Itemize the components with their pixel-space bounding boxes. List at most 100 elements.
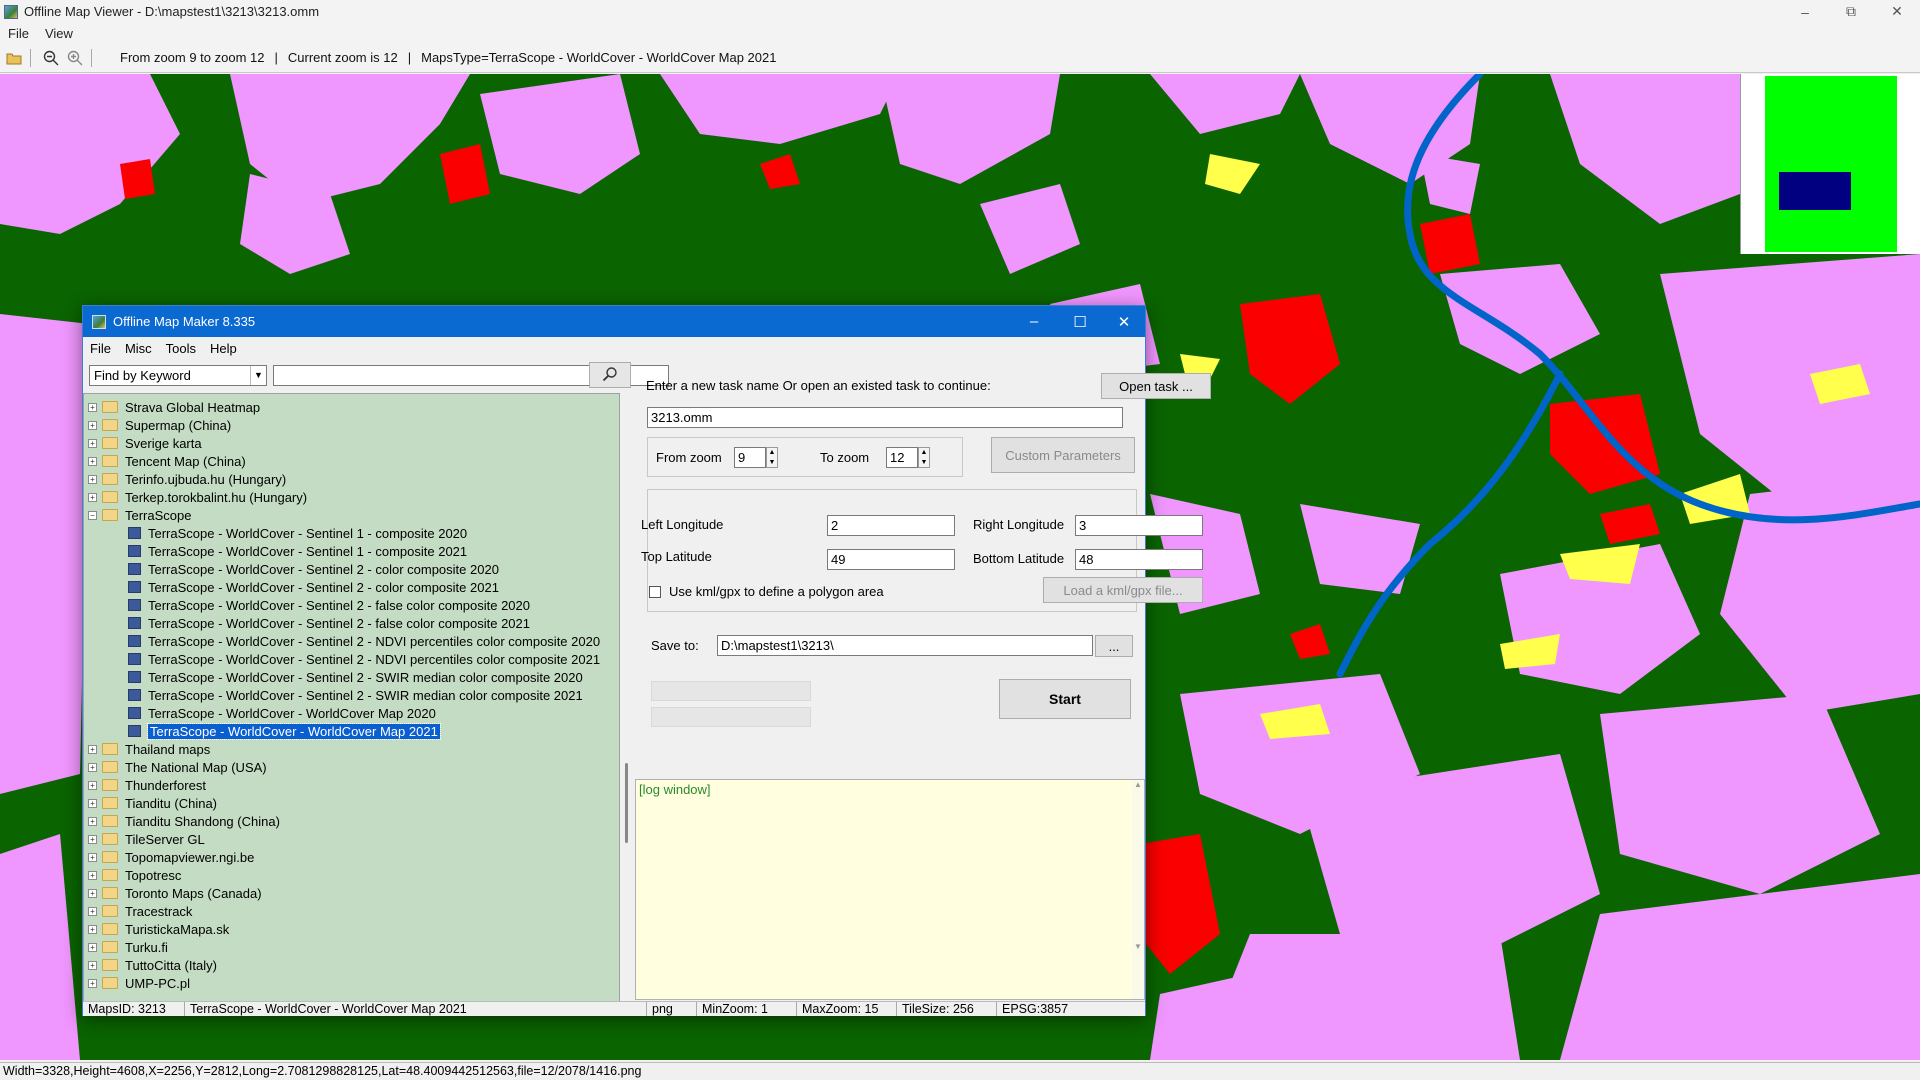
tree-map-row[interactable]: TerraScope - WorldCover - WorldCover Map… bbox=[128, 704, 436, 722]
custom-parameters-button[interactable]: Custom Parameters bbox=[991, 437, 1135, 473]
tree-item-label[interactable]: TerraScope - WorldCover - Sentinel 1 - c… bbox=[148, 526, 467, 541]
expand-icon[interactable]: + bbox=[88, 834, 97, 844]
tree-folder-row[interactable]: + Toronto Maps (Canada) bbox=[88, 884, 262, 902]
close-icon[interactable]: ✕ bbox=[1874, 0, 1920, 23]
bottom-latitude-input[interactable]: 48 bbox=[1075, 549, 1203, 570]
expand-icon[interactable]: + bbox=[88, 420, 97, 430]
tree-item-label[interactable]: Terinfo.ujbuda.hu (Hungary) bbox=[125, 472, 286, 487]
overview-minimap[interactable] bbox=[1740, 74, 1920, 254]
tree-item-label[interactable]: The National Map (USA) bbox=[125, 760, 267, 775]
from-zoom-input[interactable]: 9 bbox=[734, 447, 766, 468]
zoom-out-icon[interactable] bbox=[41, 48, 61, 68]
tree-folder-row[interactable]: + Tianditu (China) bbox=[88, 794, 217, 812]
menu-tools[interactable]: Tools bbox=[159, 341, 203, 356]
menu-file[interactable]: File bbox=[83, 341, 118, 356]
expand-icon[interactable]: + bbox=[88, 438, 97, 448]
menu-view[interactable]: View bbox=[37, 26, 81, 41]
tree-folder-row[interactable]: + Topomapviewer.ngi.be bbox=[88, 848, 254, 866]
log-scrollbar[interactable]: ▲ ▼ bbox=[1132, 780, 1144, 999]
tree-map-row[interactable]: TerraScope - WorldCover - Sentinel 2 - N… bbox=[128, 632, 600, 650]
left-longitude-input[interactable]: 2 bbox=[827, 515, 955, 536]
spin-down-icon[interactable]: ▼ bbox=[921, 459, 928, 466]
tree-map-row[interactable]: TerraScope - WorldCover - Sentinel 2 - S… bbox=[128, 668, 583, 686]
maximize-icon[interactable]: ☐ bbox=[1057, 306, 1103, 337]
spin-down-icon[interactable]: ▼ bbox=[769, 459, 776, 466]
tree-item-label[interactable]: Supermap (China) bbox=[125, 418, 231, 433]
tree-map-row[interactable]: TerraScope - WorldCover - Sentinel 1 - c… bbox=[128, 542, 467, 560]
menu-misc[interactable]: Misc bbox=[118, 341, 159, 356]
from-zoom-stepper[interactable]: ▲ ▼ bbox=[766, 447, 778, 468]
tree-item-label[interactable]: UMP-PC.pl bbox=[125, 976, 190, 991]
tree-item-label[interactable]: TerraScope - WorldCover - Sentinel 1 - c… bbox=[148, 544, 467, 559]
tree-folder-row[interactable]: + Strava Global Heatmap bbox=[88, 398, 260, 416]
tree-item-label[interactable]: TerraScope bbox=[125, 508, 191, 523]
spin-up-icon[interactable]: ▲ bbox=[921, 449, 928, 456]
expand-icon[interactable]: + bbox=[88, 960, 97, 970]
load-kml-button[interactable]: Load a kml/gpx file... bbox=[1043, 577, 1203, 603]
tree-item-label[interactable]: Turku.fi bbox=[125, 940, 168, 955]
tree-item-label[interactable]: TuristickaMapa.sk bbox=[125, 922, 229, 937]
tree-folder-row[interactable]: + Topotresc bbox=[88, 866, 181, 884]
browse-button[interactable]: ... bbox=[1095, 635, 1133, 657]
tree-folder-row[interactable]: + TileServer GL bbox=[88, 830, 205, 848]
expand-icon[interactable]: + bbox=[88, 762, 97, 772]
tree-item-label[interactable]: TerraScope - WorldCover - Sentinel 2 - c… bbox=[148, 562, 499, 577]
scrollbar-thumb[interactable] bbox=[625, 763, 628, 843]
tree-item-label[interactable]: Tianditu (China) bbox=[125, 796, 217, 811]
expand-icon[interactable]: + bbox=[88, 744, 97, 754]
tree-item-label[interactable]: TerraScope - WorldCover - Sentinel 2 - N… bbox=[148, 652, 600, 667]
spin-up-icon[interactable]: ▲ bbox=[769, 449, 776, 456]
tree-item-label[interactable]: TerraScope - WorldCover - WorldCover Map… bbox=[147, 722, 441, 740]
expand-icon[interactable]: + bbox=[88, 798, 97, 808]
tree-folder-row[interactable]: + Thailand maps bbox=[88, 740, 210, 758]
tree-item-label[interactable]: TuttoCitta (Italy) bbox=[125, 958, 217, 973]
tree-item-label[interactable]: TerraScope - WorldCover - Sentinel 2 - f… bbox=[148, 598, 530, 613]
menu-help[interactable]: Help bbox=[203, 341, 244, 356]
expand-icon[interactable]: + bbox=[88, 924, 97, 934]
tree-map-row[interactable]: TerraScope - WorldCover - Sentinel 2 - c… bbox=[128, 560, 499, 578]
minimize-icon[interactable]: – bbox=[1782, 0, 1828, 23]
to-zoom-stepper[interactable]: ▲ ▼ bbox=[918, 447, 930, 468]
tree-folder-row[interactable]: + Thunderforest bbox=[88, 776, 206, 794]
start-button[interactable]: Start bbox=[999, 679, 1131, 719]
tree-folder-row[interactable]: + TuttoCitta (Italy) bbox=[88, 956, 217, 974]
top-latitude-input[interactable]: 49 bbox=[827, 549, 955, 570]
menu-file[interactable]: File bbox=[0, 26, 37, 41]
tree-map-row[interactable]: TerraScope - WorldCover - Sentinel 2 - f… bbox=[128, 596, 530, 614]
maps-tree[interactable]: + Strava Global Heatmap + Supermap (China) +… bbox=[83, 393, 620, 1002]
task-name-input[interactable]: 3213.omm bbox=[647, 407, 1123, 428]
tree-item-label[interactable]: TerraScope - WorldCover - Sentinel 2 - N… bbox=[148, 634, 600, 649]
tree-folder-row[interactable]: + Turku.fi bbox=[88, 938, 168, 956]
overview-viewport-rect[interactable] bbox=[1779, 172, 1851, 210]
tree-folder-row[interactable]: + UMP-PC.pl bbox=[88, 974, 190, 992]
tree-folder-row[interactable]: + Terkep.torokbalint.hu (Hungary) bbox=[88, 488, 307, 506]
tree-map-row[interactable]: TerraScope - WorldCover - Sentinel 2 - c… bbox=[128, 578, 499, 596]
find-by-select[interactable]: Find by Keyword ▼ bbox=[89, 365, 267, 386]
tree-item-label[interactable]: Topomapviewer.ngi.be bbox=[125, 850, 254, 865]
tree-item-label[interactable]: TerraScope - WorldCover - WorldCover Map… bbox=[148, 706, 436, 721]
expand-icon[interactable]: + bbox=[88, 942, 97, 952]
expand-icon[interactable]: + bbox=[88, 456, 97, 466]
tree-folder-row[interactable]: + Sverige karta bbox=[88, 434, 202, 452]
expand-icon[interactable]: + bbox=[88, 474, 97, 484]
maximize-icon[interactable]: ⧉ bbox=[1828, 0, 1874, 23]
tree-item-label[interactable]: Tencent Map (China) bbox=[125, 454, 246, 469]
expand-icon[interactable]: + bbox=[88, 852, 97, 862]
tree-item-label[interactable]: TileServer GL bbox=[125, 832, 205, 847]
tree-folder-row[interactable]: − TerraScope bbox=[88, 506, 191, 524]
tree-item-label[interactable]: Topotresc bbox=[125, 868, 181, 883]
tree-folder-row[interactable]: + Tracestrack bbox=[88, 902, 192, 920]
tree-map-row[interactable]: TerraScope - WorldCover - WorldCover Map… bbox=[128, 722, 441, 740]
tree-item-label[interactable]: Strava Global Heatmap bbox=[125, 400, 260, 415]
log-window[interactable]: [log window] ▲ ▼ bbox=[635, 779, 1145, 1000]
collapse-icon[interactable]: − bbox=[88, 510, 97, 520]
open-task-button[interactable]: Open task ... bbox=[1101, 373, 1211, 399]
tree-map-row[interactable]: TerraScope - WorldCover - Sentinel 2 - N… bbox=[128, 650, 600, 668]
close-icon[interactable]: ✕ bbox=[1101, 306, 1147, 337]
tree-item-label[interactable]: Thunderforest bbox=[125, 778, 206, 793]
tree-folder-row[interactable]: + TuristickaMapa.sk bbox=[88, 920, 229, 938]
expand-icon[interactable]: + bbox=[88, 492, 97, 502]
expand-icon[interactable]: + bbox=[88, 780, 97, 790]
tree-item-label[interactable]: Sverige karta bbox=[125, 436, 202, 451]
save-to-input[interactable]: D:\mapstest1\3213\ bbox=[717, 635, 1093, 656]
